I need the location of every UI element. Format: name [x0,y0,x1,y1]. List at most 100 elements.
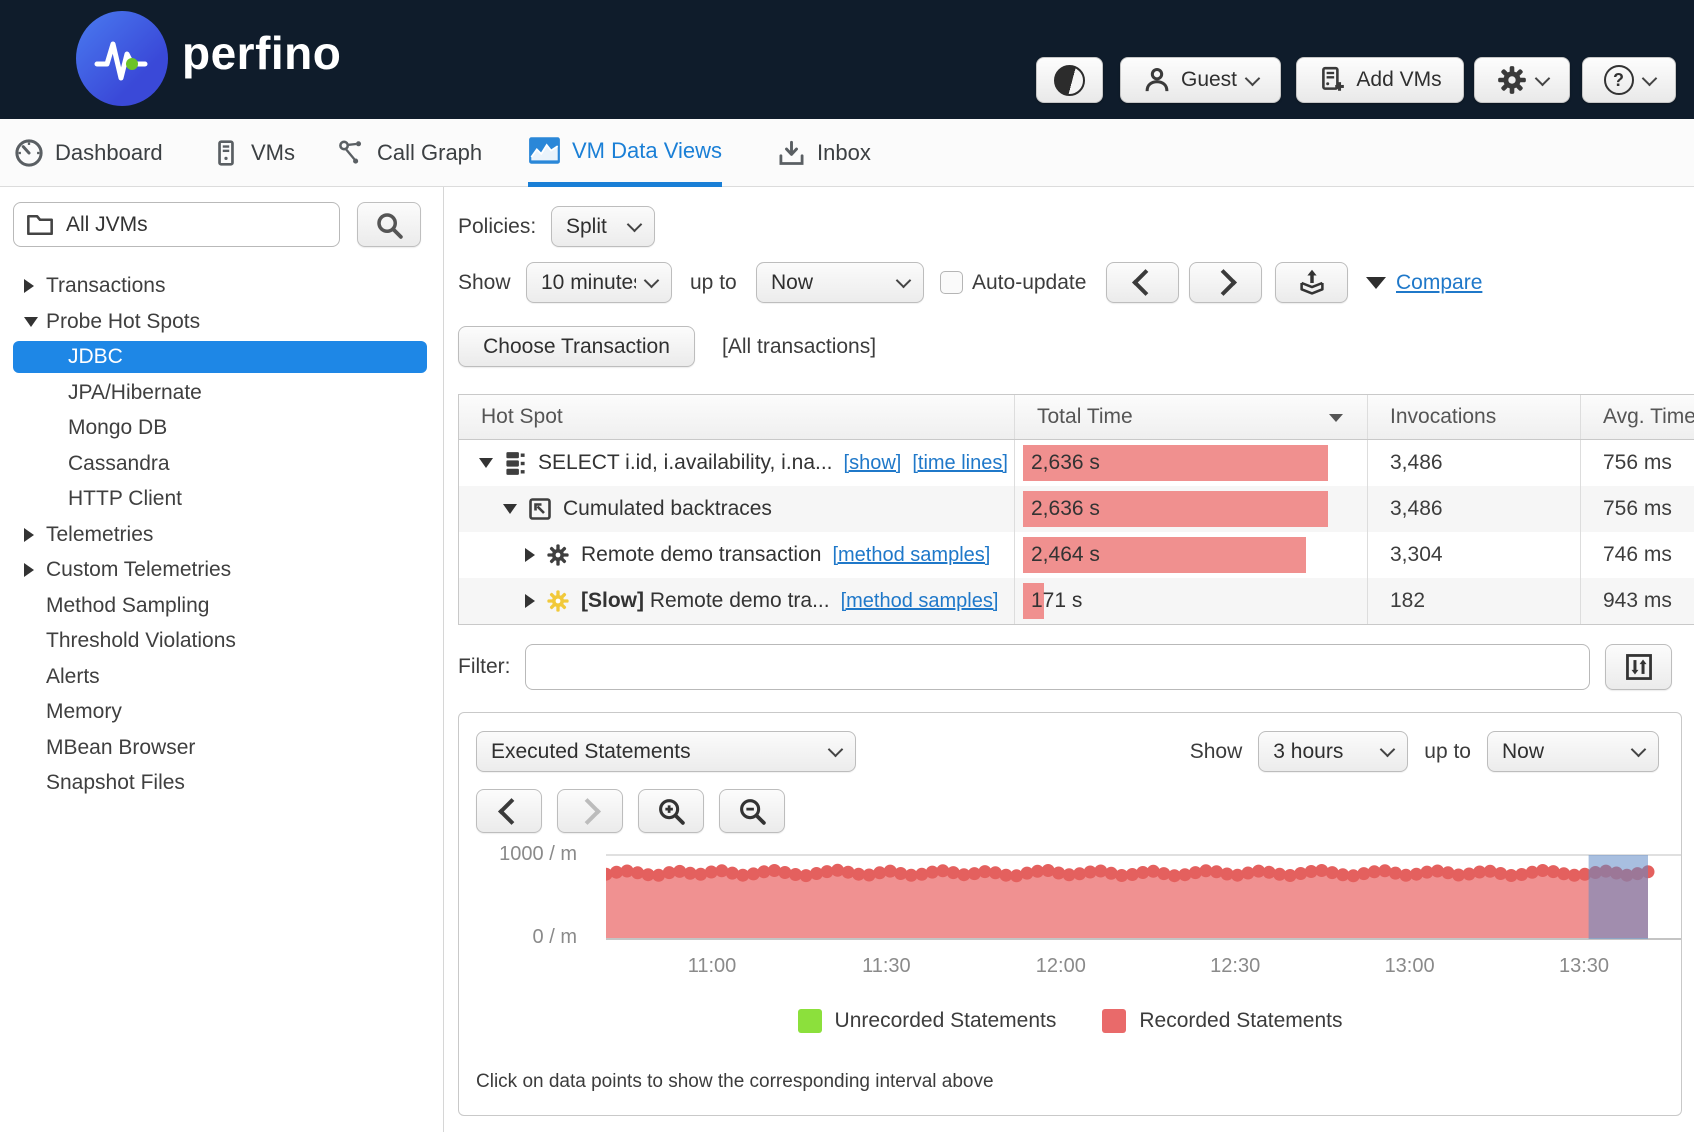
folder-icon [26,213,54,237]
chart-zoom-in-button[interactable] [638,789,704,833]
show-link[interactable]: [show] [844,452,902,475]
sidebar-item-custom-telemetries[interactable]: Custom Telemetries [13,554,427,586]
invocations-value: 3,486 [1368,486,1581,532]
chart-next-button[interactable] [557,789,623,833]
chart-zoom-out-button[interactable] [719,789,785,833]
chevron-left-icon [498,798,525,825]
expand-icon[interactable] [24,279,34,293]
avg-time-value: 756 ms [1581,486,1694,532]
auto-update-checkbox[interactable] [940,271,963,294]
collapse-icon[interactable] [24,317,38,327]
chevron-down-icon [1380,742,1396,758]
sidebar-item-threshold-violations[interactable]: Threshold Violations [13,625,427,657]
slow-transaction-icon [546,589,570,613]
sidebar-item-mongo-db[interactable]: Mongo DB [13,412,427,444]
chart-range-select[interactable]: 3 hours [1258,731,1408,772]
total-time-value: 2,464 s [1031,532,1100,578]
sidebar-item-snapshot-files[interactable]: Snapshot Files [13,767,427,799]
y-axis-label-bottom: 0 / m [459,926,577,949]
table-row[interactable]: SELECT i.id, i.availability, i.na...[sho… [459,440,1694,486]
collapse-icon[interactable] [503,504,517,514]
sidebar-item-label: Alerts [46,661,100,693]
sidebar-item-mbean-browser[interactable]: MBean Browser [13,732,427,764]
hotspot-table-header: Hot Spot Total Time Invocations Avg. Tim… [459,395,1694,440]
tab-vm-data-views[interactable]: VM Data Views [528,119,722,187]
upto-select[interactable]: Now [756,262,924,303]
sidebar-item-transactions[interactable]: Transactions [13,270,427,302]
sidebar-item-label: Cassandra [68,448,170,480]
expand-icon[interactable] [525,594,535,608]
app-header: perfino Guest Add VMs [0,0,1694,119]
expand-icon[interactable] [24,563,34,577]
expand-icon[interactable] [525,548,535,562]
time-lines-link[interactable]: [time lines] [912,452,1008,475]
chart-previous-button[interactable] [476,789,542,833]
search-button[interactable] [357,202,421,247]
policies-select[interactable]: Split [551,206,655,247]
perfino-app: perfino Guest Add VMs [0,0,1694,1132]
time-range-value: 10 minutes [541,271,636,295]
expand-icon[interactable] [24,528,34,542]
sidebar-item-cassandra[interactable]: Cassandra [13,448,427,480]
chart-range-controls: Show 3 hours up to Now [1190,731,1659,772]
x-tick-label: 13:00 [1385,955,1435,978]
compare-expander-icon[interactable] [1366,277,1386,289]
total-time-value: 2,636 s [1031,440,1100,486]
export-button[interactable] [1275,262,1348,303]
adjust-columns-icon [1624,652,1654,682]
column-header-invocations[interactable]: Invocations [1368,395,1581,439]
sidebar-item-telemetries[interactable]: Telemetries [13,519,427,551]
method-samples-link[interactable]: [method samples] [832,544,990,567]
sidebar-item-method-sampling[interactable]: Method Sampling [13,590,427,622]
previous-interval-button[interactable] [1106,262,1179,303]
statements-chart[interactable] [606,847,1681,943]
selected-interval-highlight[interactable] [1589,855,1648,939]
tab-call-graph[interactable]: Call Graph [336,119,482,187]
chevron-right-icon [574,798,601,825]
help-icon: ? [1604,65,1634,95]
tab-vms[interactable]: VMs [212,119,295,187]
sidebar-item-memory[interactable]: Memory [13,696,427,728]
column-header-hot-spot[interactable]: Hot Spot [459,395,1015,439]
metric-select[interactable]: Executed Statements [476,731,856,772]
add-vms-label: Add VMs [1356,68,1441,92]
chart-nav-buttons [476,789,785,833]
search-icon [374,210,404,240]
statement-icon [504,451,527,476]
choose-transaction-button[interactable]: Choose Transaction [458,326,695,367]
filter-input[interactable] [525,644,1590,690]
settings-menu-button[interactable] [1474,57,1570,103]
sidebar-item-jdbc[interactable]: JDBC [13,341,427,373]
column-header-total-time[interactable]: Total Time [1015,395,1368,439]
next-interval-button[interactable] [1189,262,1262,303]
sidebar-item-http-client[interactable]: HTTP Client [13,483,427,515]
theme-toggle-button[interactable] [1036,57,1103,103]
adjust-columns-button[interactable] [1605,644,1672,690]
sidebar-item-probe-hot-spots[interactable]: Probe Hot Spots [13,306,427,338]
policies-label: Policies: [458,206,536,247]
time-range-select[interactable]: 10 minutes [526,262,672,303]
sidebar-item-label: Threshold Violations [46,625,236,657]
sidebar-item-label: MBean Browser [46,732,195,764]
sidebar-item-jpa-hibernate[interactable]: JPA/Hibernate [13,377,427,409]
add-vms-button[interactable]: Add VMs [1296,57,1464,103]
sidebar-item-alerts[interactable]: Alerts [13,661,427,693]
compare-link[interactable]: Compare [1396,262,1482,303]
user-icon [1143,66,1171,94]
method-samples-link[interactable]: [method samples] [841,590,999,613]
jvm-group-selector[interactable]: All JVMs [13,202,340,247]
table-row[interactable]: Cumulated backtraces2,636 s3,486756 ms [459,486,1694,532]
invocations-value: 3,304 [1368,532,1581,578]
table-row[interactable]: Remote demo transaction[method samples]2… [459,532,1694,578]
column-header-avg-time[interactable]: Avg. Time [1581,395,1694,439]
tab-inbox[interactable]: Inbox [777,119,871,187]
tab-dashboard[interactable]: Dashboard [14,119,163,187]
help-menu-button[interactable]: ? [1582,57,1676,103]
guest-menu-button[interactable]: Guest [1120,57,1281,103]
invocations-value: 3,486 [1368,440,1581,486]
chart-upto-select[interactable]: Now [1487,731,1659,772]
table-row[interactable]: [Slow] Remote demo tra...[method samples… [459,578,1694,624]
contrast-icon [1054,65,1085,96]
chart-legend: Unrecorded StatementsRecorded Statements [459,1009,1681,1033]
collapse-icon[interactable] [479,458,493,468]
